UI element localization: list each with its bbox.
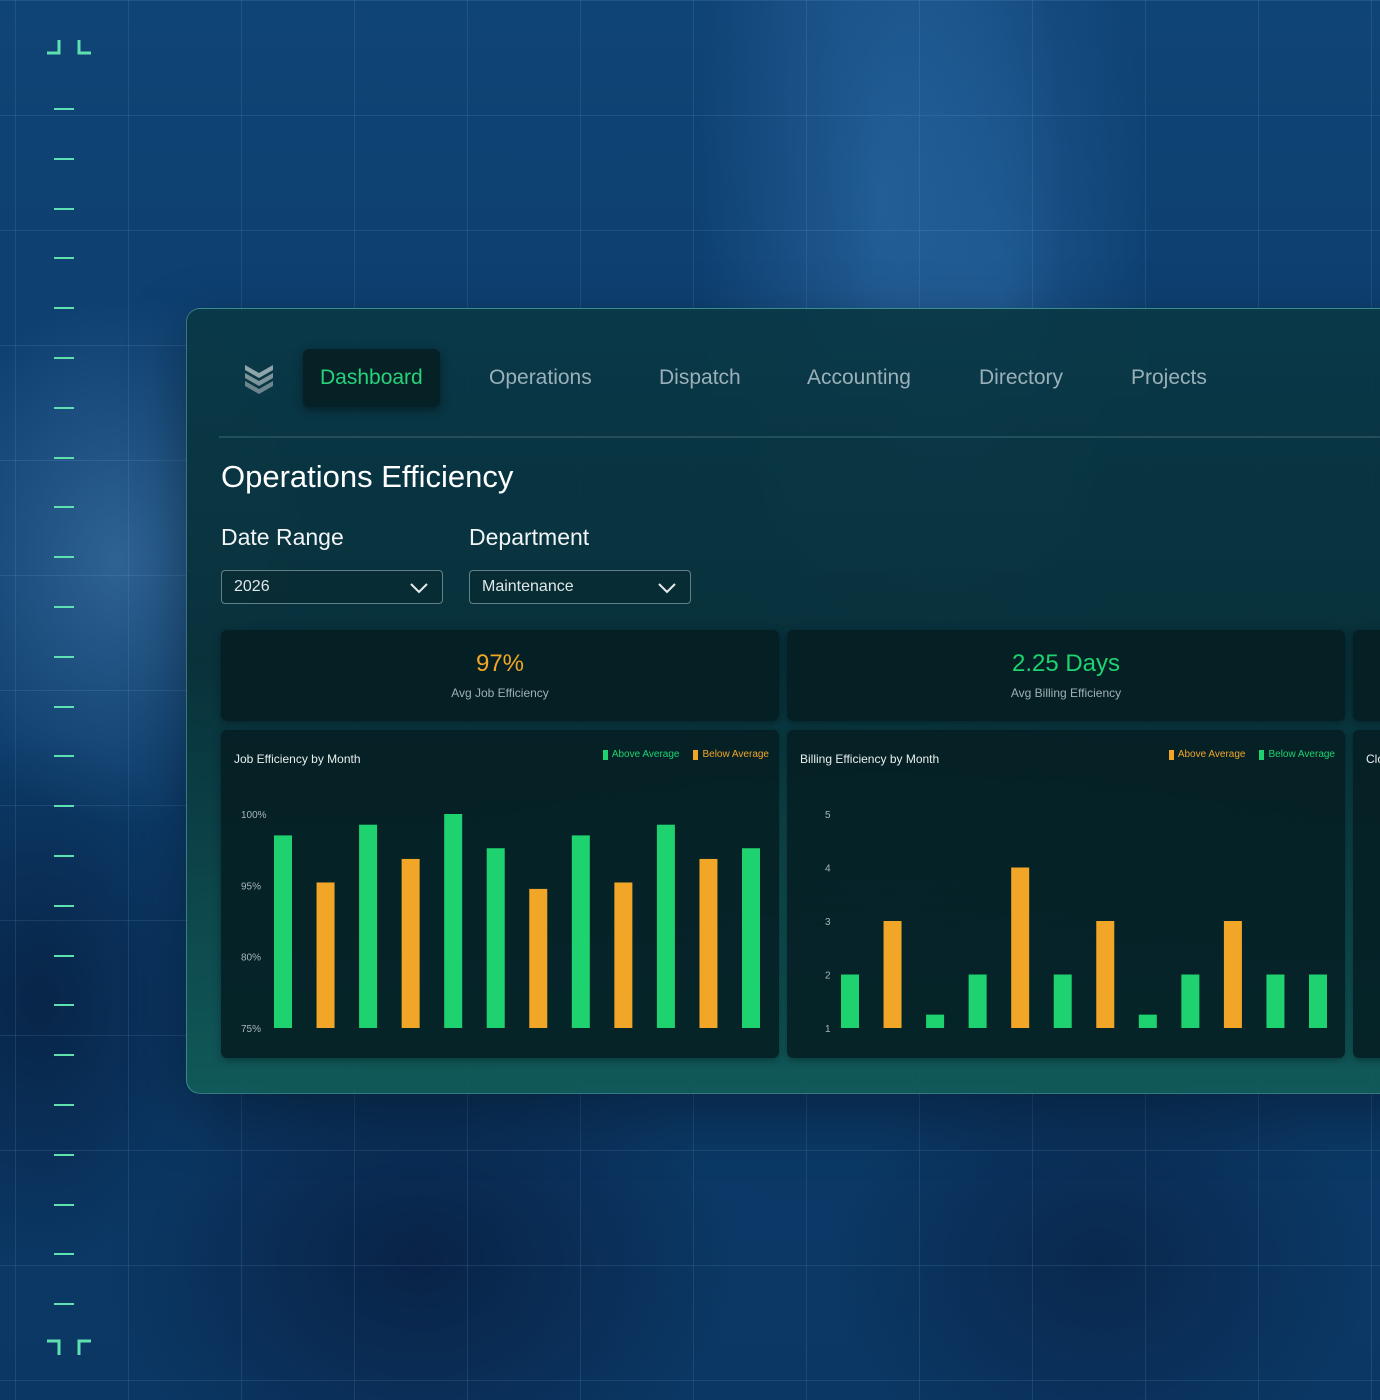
chart-card-job-efficiency: Job Efficiency by Month Above Average Be… [221,730,779,1058]
ruler-tick [54,357,74,359]
ruler-tick [54,1253,74,1256]
ruler-tick [54,1153,74,1156]
stacked-chevrons-icon[interactable] [243,361,275,395]
ruler-tick [54,307,74,310]
y-tick-label: 4 [825,864,831,875]
chart-bar [968,974,987,1028]
ruler-tick [54,705,74,708]
ruler-tick [54,406,74,409]
ruler-tick [54,1303,74,1306]
y-tick-label: 3 [825,917,831,928]
date-range-select[interactable]: 2026 [221,570,443,604]
chart-card-partial: Clo [1353,730,1380,1058]
ruler-tick [54,207,74,210]
job-efficiency-chart: 100% 95% 80% 75% [241,810,760,1035]
left-ruler [54,0,76,1400]
chart-bar [571,835,590,1028]
chart-bar [1053,974,1072,1028]
chart-bar [1266,974,1285,1028]
chart-bar [486,848,505,1028]
chart-bar [1223,921,1242,1028]
nav-tab-projects[interactable]: Projects [1131,349,1207,407]
nav-tab-directory[interactable]: Directory [979,349,1063,407]
ruler-tick [54,655,74,658]
chart-bar [1138,1014,1157,1028]
dashboard-window: Dashboard Operations Dispatch Accounting… [186,308,1380,1094]
ruler-tick [54,556,74,559]
chart-bar [656,824,675,1028]
ruler-tick [54,257,74,260]
ruler-tick [54,456,74,459]
nav-divider [219,436,1380,438]
chart-bar [401,858,420,1028]
date-range-value: 2026 [234,578,270,595]
chart-bar [444,814,463,1028]
department-label: Department [469,524,590,550]
chart-bar [742,848,760,1028]
kpi-card-billing-efficiency: 2.25 Days Avg Billing Efficiency [787,630,1345,721]
chart-bar [883,921,902,1028]
ruler-tick [54,855,74,857]
kpi-label: Avg Billing Efficiency [1010,686,1122,700]
chevron-down-icon [658,583,676,594]
y-tick-label: 5 [825,810,831,821]
y-tick-label: 2 [825,971,831,982]
nav-tab-dashboard[interactable]: Dashboard [303,349,440,407]
nav-tab-dispatch[interactable]: Dispatch [659,349,741,407]
ruler-tick [54,755,74,758]
y-tick-label: 75% [241,1024,261,1035]
chart-bar [1309,974,1327,1028]
ruler-tick [54,1054,74,1057]
chart-title: Clo [1366,752,1380,766]
chart-bar [1181,974,1200,1028]
chart-bar [529,888,548,1028]
chart-bar [316,882,335,1028]
chevron-down-icon [410,583,428,594]
kpi-card-job-efficiency: 97% Avg Job Efficiency [221,630,779,721]
ruler-tick [54,606,74,608]
y-tick-label: 95% [241,881,261,892]
ruler-tick [54,1104,74,1106]
page-title: Operations Efficiency [221,459,514,494]
date-range-label: Date Range [221,524,344,550]
department-value: Maintenance [482,578,574,595]
department-select[interactable]: Maintenance [469,570,691,604]
ruler-tick [54,506,74,509]
ruler-tick [54,1004,74,1007]
y-tick-label: 100% [241,810,267,821]
chart-bar [1011,867,1030,1028]
chart-bar [1096,921,1115,1028]
nav-tab-operations[interactable]: Operations [489,349,592,407]
corner-bracket-bottom-icon [47,1339,91,1355]
ruler-tick [54,954,74,957]
kpi-label: Avg Job Efficiency [451,686,549,700]
nav-tab-accounting[interactable]: Accounting [807,349,911,407]
corner-bracket-top-icon [47,40,91,55]
chart-card-billing-efficiency: Billing Efficiency by Month Above Averag… [787,730,1345,1058]
ruler-tick [54,805,74,808]
ruler-tick [54,108,74,110]
billing-efficiency-chart: 5 4 3 2 1 [825,810,1327,1035]
chart-bar [274,835,292,1028]
chart-bar [926,1014,945,1028]
ruler-tick [54,1203,74,1206]
chart-bar [841,974,859,1028]
chart-bar [699,858,718,1028]
y-tick-label: 80% [241,953,261,964]
ruler-tick [54,904,74,907]
chart-bar [614,882,633,1028]
kpi-value: 97% [475,650,525,677]
kpi-value: 2.25 Days [1011,650,1121,677]
kpi-card-partial [1353,630,1380,721]
chart-bar [359,824,378,1028]
ruler-tick [54,157,74,160]
y-tick-label: 1 [825,1024,831,1035]
